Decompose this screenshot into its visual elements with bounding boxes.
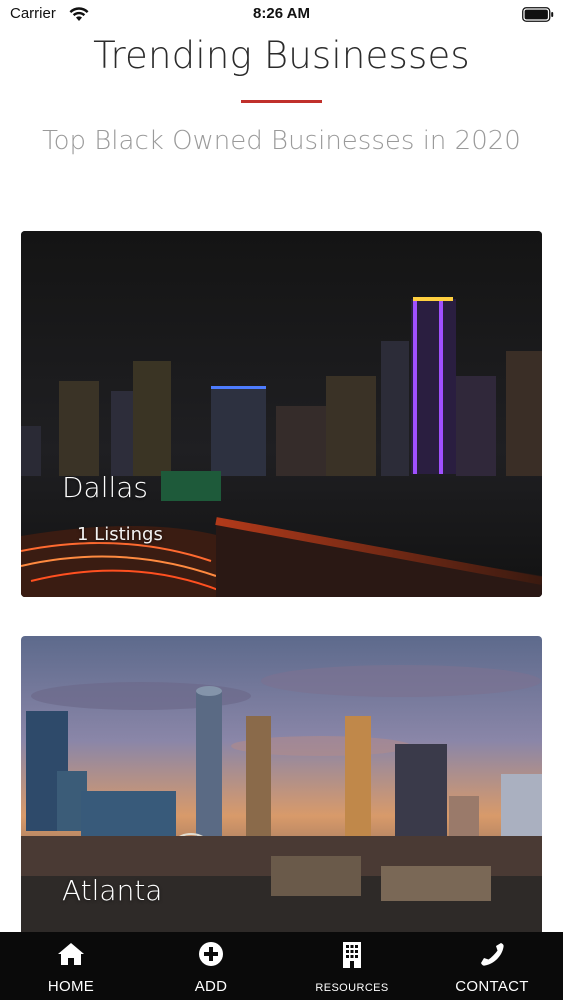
clock: 8:26 AM [253, 5, 310, 22]
phone-icon [481, 943, 504, 966]
city-name: Dallas [62, 471, 149, 504]
building-icon [343, 942, 361, 968]
tab-resources-label: RESOURCES [315, 982, 389, 994]
tab-bar: HOME ADD RESOURCES CONTACT [0, 932, 563, 1000]
page-subtitle: Top Black Owned Businesses in 2020 [42, 126, 521, 156]
status-bar: Carrier 8:26 AM [0, 0, 563, 30]
tab-home-label: HOME [47, 978, 95, 995]
tab-contact[interactable]: CONTACT [437, 932, 547, 1000]
title-underline [241, 100, 322, 103]
tab-home[interactable]: HOME [16, 932, 126, 1000]
plus-circle-icon [199, 942, 223, 966]
tab-add-label: ADD [194, 978, 228, 995]
tab-resources[interactable]: RESOURCES [297, 932, 407, 1000]
city-card-atlanta[interactable]: Atlanta [21, 636, 542, 936]
battery-icon [522, 7, 554, 22]
tab-contact-label: CONTACT [455, 978, 529, 995]
home-icon [58, 943, 84, 965]
city-name: Atlanta [62, 874, 163, 907]
tab-add[interactable]: ADD [156, 932, 266, 1000]
listings-count: 1 Listings [77, 524, 163, 545]
city-card-dallas[interactable]: Dallas 1 Listings [21, 231, 542, 597]
page-title: Trending Businesses [93, 34, 470, 77]
